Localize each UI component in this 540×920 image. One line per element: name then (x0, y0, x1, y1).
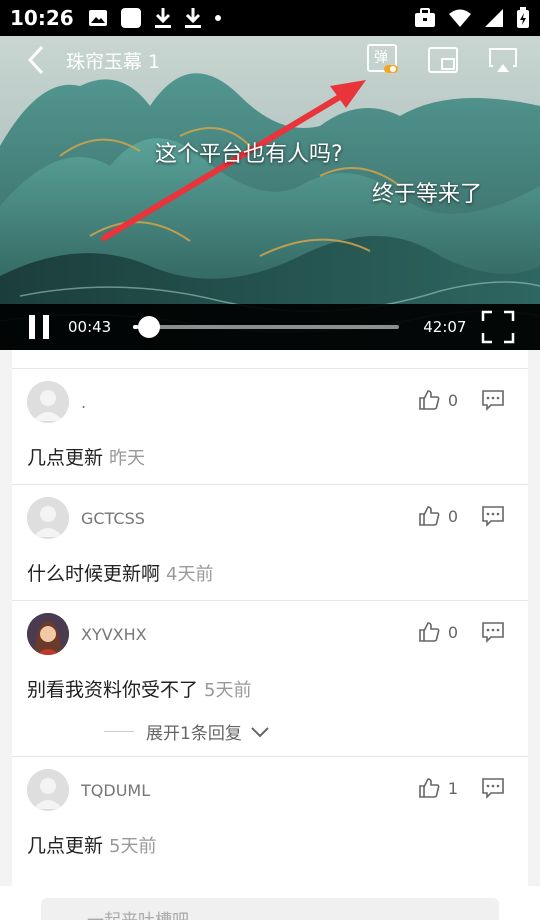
comment-username[interactable]: GCTCSS (81, 509, 145, 528)
like-button[interactable]: 0 (418, 389, 458, 411)
comment-list[interactable]: . 0 几点更新 昨天 GCTCSS 0 什么时候更新啊 4天前 XYVXHX … (12, 350, 528, 886)
thumbs-up-icon (419, 622, 440, 642)
reply-button[interactable] (482, 505, 504, 531)
avatar[interactable] (27, 381, 69, 423)
fullscreen-button[interactable] (480, 309, 516, 345)
avatar[interactable] (27, 497, 69, 539)
image-icon (88, 10, 107, 26)
reply-button[interactable] (482, 389, 504, 415)
thumbs-up-icon (419, 778, 440, 798)
danmaku-label: 弹 (374, 50, 388, 66)
comment-username[interactable]: XYVXHX (81, 625, 147, 644)
avatar[interactable] (27, 613, 69, 655)
fullscreen-icon (482, 310, 515, 344)
comment-time: 4天前 (166, 564, 214, 585)
video-top-bar: 珠帘玉幕 1 弹 (0, 36, 540, 84)
comment-body: 什么时候更新啊 4天前 (27, 559, 213, 586)
danmaku-comment: 终于等来了 (372, 182, 483, 207)
comment-text: 几点更新 (27, 447, 104, 469)
seek-bar[interactable] (133, 315, 400, 339)
comment-input[interactable]: 一起来吐槽吧 (41, 898, 499, 920)
video-title: 珠帘玉幕 1 (66, 50, 161, 73)
comment-time: 5天前 (109, 836, 157, 857)
signal-icon (485, 9, 503, 27)
danmaku-comment: 这个平台也有人吗? (155, 142, 343, 167)
comment-item: . 0 几点更新 昨天 (12, 368, 528, 484)
comment-text: 什么时候更新啊 (27, 563, 161, 585)
video-player[interactable]: 珠帘玉幕 1 弹 这个平台也有人吗? 终于等来了 00:43 42:07 (0, 36, 540, 350)
like-button[interactable]: 1 (418, 777, 458, 799)
seek-thumb[interactable] (137, 316, 160, 338)
thumbs-up-icon (419, 390, 440, 410)
like-count: 1 (447, 778, 458, 798)
like-button[interactable]: 0 (418, 621, 458, 643)
comment-time: 昨天 (109, 448, 146, 469)
comment-bubble-icon (482, 778, 504, 799)
expand-replies-button[interactable]: 展开1条回复 (104, 719, 270, 744)
comment-bubble-icon (482, 506, 504, 527)
pause-icon (29, 315, 49, 339)
danmaku-toggle-button[interactable]: 弹 (366, 43, 400, 77)
expand-replies-label: 展开1条回复 (146, 724, 242, 744)
comment-item: XYVXHX 0 别看我资料你受不了 5天前 展开1条回复 (12, 600, 528, 756)
briefcase-icon (415, 8, 435, 27)
user-avatar-icon (27, 613, 69, 655)
comment-text: 别看我资料你受不了 (27, 679, 199, 701)
comment-bubble-icon (482, 622, 504, 643)
comment-username[interactable]: . (81, 393, 86, 412)
seek-track (133, 325, 400, 329)
picture-in-picture-button[interactable] (426, 43, 460, 77)
chevron-left-icon (27, 45, 44, 75)
comment-item: GCTCSS 0 什么时候更新啊 4天前 (12, 484, 528, 600)
back-button[interactable] (14, 38, 58, 82)
divider (104, 731, 134, 732)
download-icon (154, 8, 171, 28)
comment-bubble-icon (482, 390, 504, 411)
default-avatar-icon (27, 381, 69, 423)
current-time: 00:43 (68, 318, 112, 336)
download-icon (184, 8, 201, 28)
cast-icon (489, 48, 517, 72)
comment-body: 几点更新 昨天 (27, 443, 145, 470)
status-bar: 10:26 (0, 0, 540, 36)
comment-text: 几点更新 (27, 835, 104, 857)
like-count: 0 (447, 506, 458, 526)
avatar[interactable] (27, 769, 69, 811)
comment-input-placeholder: 一起来吐槽吧 (87, 911, 189, 920)
app-square-icon (120, 8, 141, 28)
duration-time: 42:07 (423, 318, 467, 336)
reply-button[interactable] (482, 621, 504, 647)
pause-button[interactable] (24, 312, 54, 342)
chevron-down-icon (251, 726, 269, 737)
wifi-icon (449, 9, 471, 27)
pip-icon (428, 47, 458, 73)
comment-time: 5天前 (204, 680, 252, 701)
battery-charging-icon (517, 7, 529, 28)
comment-username[interactable]: TQDUML (81, 781, 150, 800)
comment-item: TQDUML 1 几点更新 5天前 (12, 756, 528, 872)
video-controls: 00:43 42:07 (0, 304, 540, 350)
default-avatar-icon (27, 769, 69, 811)
comment-body: 几点更新 5天前 (27, 831, 156, 858)
dot-icon (214, 15, 221, 21)
bottom-comment-bar: 一起来吐槽吧 (0, 886, 540, 920)
reply-button[interactable] (482, 777, 504, 803)
comment-body: 别看我资料你受不了 5天前 (27, 675, 251, 702)
like-button[interactable]: 0 (418, 505, 458, 527)
like-count: 0 (447, 390, 458, 410)
thumbs-up-icon (419, 506, 440, 526)
cast-button[interactable] (486, 43, 520, 77)
like-count: 0 (447, 622, 458, 642)
default-avatar-icon (27, 497, 69, 539)
status-time: 10:26 (10, 6, 74, 30)
